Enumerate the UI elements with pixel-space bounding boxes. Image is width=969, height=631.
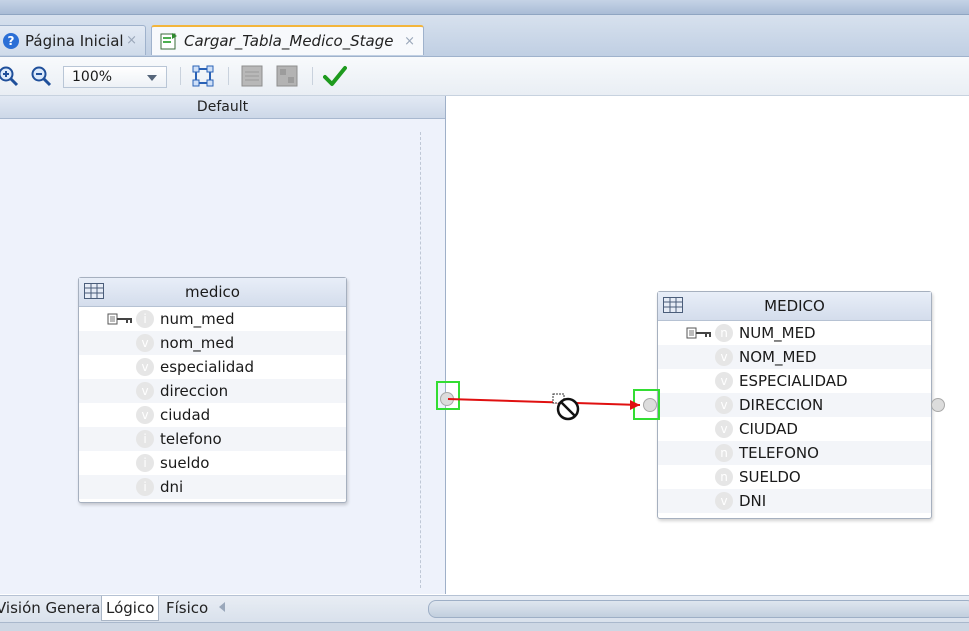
column-type-icon: i xyxy=(136,310,154,328)
source-table-medico[interactable]: medico i num_med v nom_med v especialidad v dir… xyxy=(78,277,347,503)
editor-tab-bar: ? Página Inicial × Cargar_Tabla_Medico_S… xyxy=(0,15,969,57)
tab-vision-general[interactable]: Visión General xyxy=(0,596,109,620)
toolbar-separator xyxy=(180,67,181,85)
column-row[interactable]: n TELEFONO xyxy=(658,441,931,465)
column-row[interactable]: i num_med xyxy=(79,307,346,331)
layout-alt-icon xyxy=(276,65,298,87)
column-type-icon: i xyxy=(136,454,154,472)
column-name: ESPECIALIDAD xyxy=(739,372,848,390)
zoom-value: 100% xyxy=(72,69,113,85)
column-name: ciudad xyxy=(160,406,211,424)
column-row[interactable]: v ESPECIALIDAD xyxy=(658,369,931,393)
column-row[interactable]: n SUELDO xyxy=(658,465,931,489)
column-type-icon: n xyxy=(715,468,733,486)
layout-icon xyxy=(241,65,263,87)
table-name: MEDICO xyxy=(764,297,825,315)
table-grid-icon xyxy=(663,297,683,313)
column-name: DNI xyxy=(739,492,767,510)
tab-logico[interactable]: Lógico xyxy=(101,596,160,621)
tab-label: Página Inicial xyxy=(25,31,124,50)
column-list: i num_med v nom_med v especialidad v direccion v… xyxy=(79,307,346,499)
column-row[interactable]: v direccion xyxy=(79,379,346,403)
zoom-out-icon xyxy=(31,66,52,87)
mapping-connector[interactable] xyxy=(440,385,660,425)
panel-title: Default xyxy=(0,96,445,119)
fit-diagram-button[interactable] xyxy=(191,64,215,88)
help-icon: ? xyxy=(3,32,19,49)
diagram-toolbar: 100% xyxy=(0,57,969,96)
column-type-icon: v xyxy=(136,334,154,352)
zoom-in-icon xyxy=(0,66,19,87)
column-name: especialidad xyxy=(160,358,254,376)
column-name: direccion xyxy=(160,382,229,400)
tab-cargar-tabla-medico-stage[interactable]: Cargar_Tabla_Medico_Stage × xyxy=(151,25,424,55)
column-type-icon: n xyxy=(715,324,733,342)
column-name: SUELDO xyxy=(739,468,801,486)
chevron-down-icon xyxy=(147,75,157,81)
column-name: nom_med xyxy=(160,334,235,352)
column-name: sueldo xyxy=(160,454,210,472)
column-type-icon: v xyxy=(715,372,733,390)
column-list: n NUM_MED v NOM_MED v ESPECIALIDAD v DIRECCION v… xyxy=(658,321,931,513)
column-row[interactable]: v NOM_MED xyxy=(658,345,931,369)
view-tabs: Visión General Lógico Físico xyxy=(0,595,969,622)
toolbar-separator xyxy=(228,67,229,85)
column-row[interactable]: i telefono xyxy=(79,427,346,451)
horizontal-scrollbar[interactable] xyxy=(428,600,969,618)
table-header[interactable]: MEDICO xyxy=(658,292,931,321)
column-row[interactable]: n NUM_MED xyxy=(658,321,931,345)
column-type-icon: v xyxy=(136,406,154,424)
column-type-icon: v xyxy=(715,348,733,366)
column-name: telefono xyxy=(160,430,222,448)
column-row[interactable]: i dni xyxy=(79,475,346,499)
window-title-strip xyxy=(0,0,969,15)
table-header[interactable]: medico xyxy=(79,278,346,307)
column-type-icon: i xyxy=(136,478,154,496)
primary-key-icon xyxy=(686,327,711,339)
column-row[interactable]: v CIUDAD xyxy=(658,417,931,441)
column-name: num_med xyxy=(160,310,235,328)
table-name: medico xyxy=(185,283,240,301)
table-grid-icon xyxy=(84,283,104,299)
column-row[interactable]: v nom_med xyxy=(79,331,346,355)
column-row[interactable]: v DNI xyxy=(658,489,931,513)
column-row[interactable]: v ciudad xyxy=(79,403,346,427)
layout-alt-button[interactable] xyxy=(275,64,299,88)
column-type-icon: v xyxy=(136,358,154,376)
validate-check-icon xyxy=(323,66,347,86)
tab-fisico[interactable]: Físico xyxy=(162,596,212,620)
column-name: NOM_MED xyxy=(739,348,817,366)
mapping-diagram-icon xyxy=(160,33,177,50)
target-output-port[interactable] xyxy=(931,398,945,412)
toolbar-separator xyxy=(312,67,313,85)
layout-button[interactable] xyxy=(240,64,264,88)
column-type-icon: v xyxy=(715,492,733,510)
column-row[interactable]: i sueldo xyxy=(79,451,346,475)
column-row[interactable]: v especialidad xyxy=(79,355,346,379)
column-type-icon: n xyxy=(715,444,733,462)
close-icon[interactable]: × xyxy=(404,34,415,49)
tab-label: Cargar_Tabla_Medico_Stage xyxy=(184,32,394,50)
validate-button[interactable] xyxy=(323,64,347,88)
close-icon[interactable]: × xyxy=(126,33,137,48)
column-name: TELEFONO xyxy=(739,444,819,462)
zoom-in-button[interactable] xyxy=(0,64,20,88)
zoom-select[interactable]: 100% xyxy=(63,66,167,88)
column-row[interactable]: v DIRECCION xyxy=(658,393,931,417)
no-drop-cursor-icon xyxy=(552,393,580,421)
column-name: CIUDAD xyxy=(739,420,798,438)
column-type-icon: v xyxy=(715,396,733,414)
zoom-out-button[interactable] xyxy=(29,64,53,88)
column-name: dni xyxy=(160,478,184,496)
scroll-left-icon[interactable] xyxy=(218,602,226,612)
tab-pagina-inicial[interactable]: ? Página Inicial × xyxy=(0,25,146,55)
column-type-icon: v xyxy=(136,382,154,400)
column-name: DIRECCION xyxy=(739,396,824,414)
column-type-icon: v xyxy=(715,420,733,438)
primary-key-icon xyxy=(107,313,132,325)
fit-diagram-icon xyxy=(192,65,214,87)
target-table-medico[interactable]: MEDICO n NUM_MED v NOM_MED v ESPECIALIDAD v DIR… xyxy=(657,291,932,519)
column-type-icon: i xyxy=(136,430,154,448)
column-name: NUM_MED xyxy=(739,324,816,342)
